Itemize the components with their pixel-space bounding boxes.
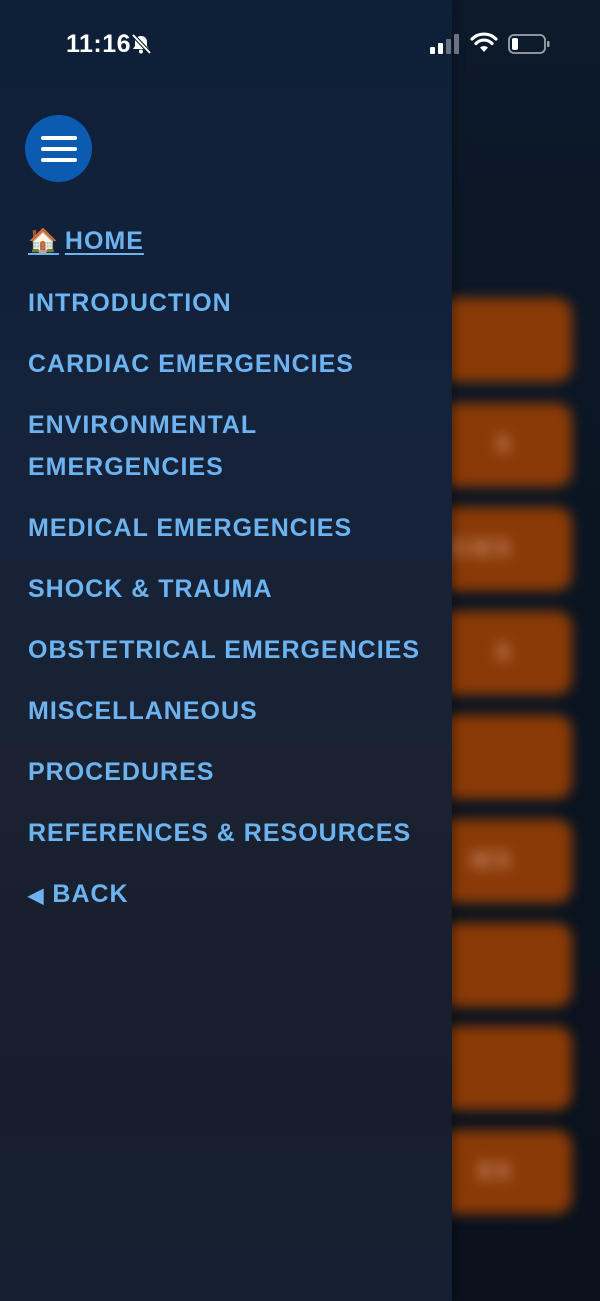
bell-slash-icon — [130, 33, 152, 55]
status-bar: 11:16 — [0, 0, 600, 90]
navigation-drawer: 🏠 HOME INTRODUCTION CARDIAC EMERGENCIES E… — [0, 0, 452, 1301]
hamburger-icon — [40, 135, 77, 140]
drawer-item-cardiac-emergencies[interactable]: CARDIAC EMERGENCIES — [28, 343, 438, 385]
hamburger-icon-bar — [40, 157, 77, 162]
drawer-item-label: BACK — [52, 880, 129, 908]
app-screen: S ICIES S IES ES 11:16 🏠 HOME INTRODUCTI… — [0, 0, 600, 1301]
cellular-signal-icon — [430, 34, 462, 54]
drawer-item-introduction[interactable]: INTRODUCTION — [28, 282, 438, 324]
house-icon: 🏠 — [28, 228, 59, 255]
drawer-item-home[interactable]: 🏠 HOME — [28, 220, 438, 263]
drawer-item-procedures[interactable]: PROCEDURES — [28, 751, 438, 793]
drawer-item-miscellaneous[interactable]: MISCELLANEOUS — [28, 690, 438, 732]
drawer-menu: 🏠 HOME INTRODUCTION CARDIAC EMERGENCIES E… — [28, 220, 438, 936]
drawer-item-back[interactable]: ◀ BACK — [28, 873, 438, 917]
drawer-item-environmental-emergencies[interactable]: ENVIRONMENTAL EMERGENCIES — [28, 404, 308, 488]
drawer-item-references-resources[interactable]: REFERENCES & RESOURCES — [28, 812, 438, 854]
hamburger-menu-button[interactable] — [25, 115, 92, 182]
drawer-item-obstetrical-emergencies[interactable]: OBSTETRICAL EMERGENCIES — [28, 629, 438, 671]
drawer-item-medical-emergencies[interactable]: MEDICAL EMERGENCIES — [28, 507, 438, 549]
drawer-item-shock-trauma[interactable]: SHOCK & TRAUMA — [28, 568, 438, 610]
status-time: 11:16 — [66, 30, 132, 58]
back-arrow-icon: ◀ — [28, 885, 45, 907]
hamburger-icon-bar — [40, 146, 77, 151]
drawer-item-label: HOME — [64, 227, 144, 255]
wifi-icon — [470, 32, 498, 54]
battery-icon — [508, 33, 550, 55]
